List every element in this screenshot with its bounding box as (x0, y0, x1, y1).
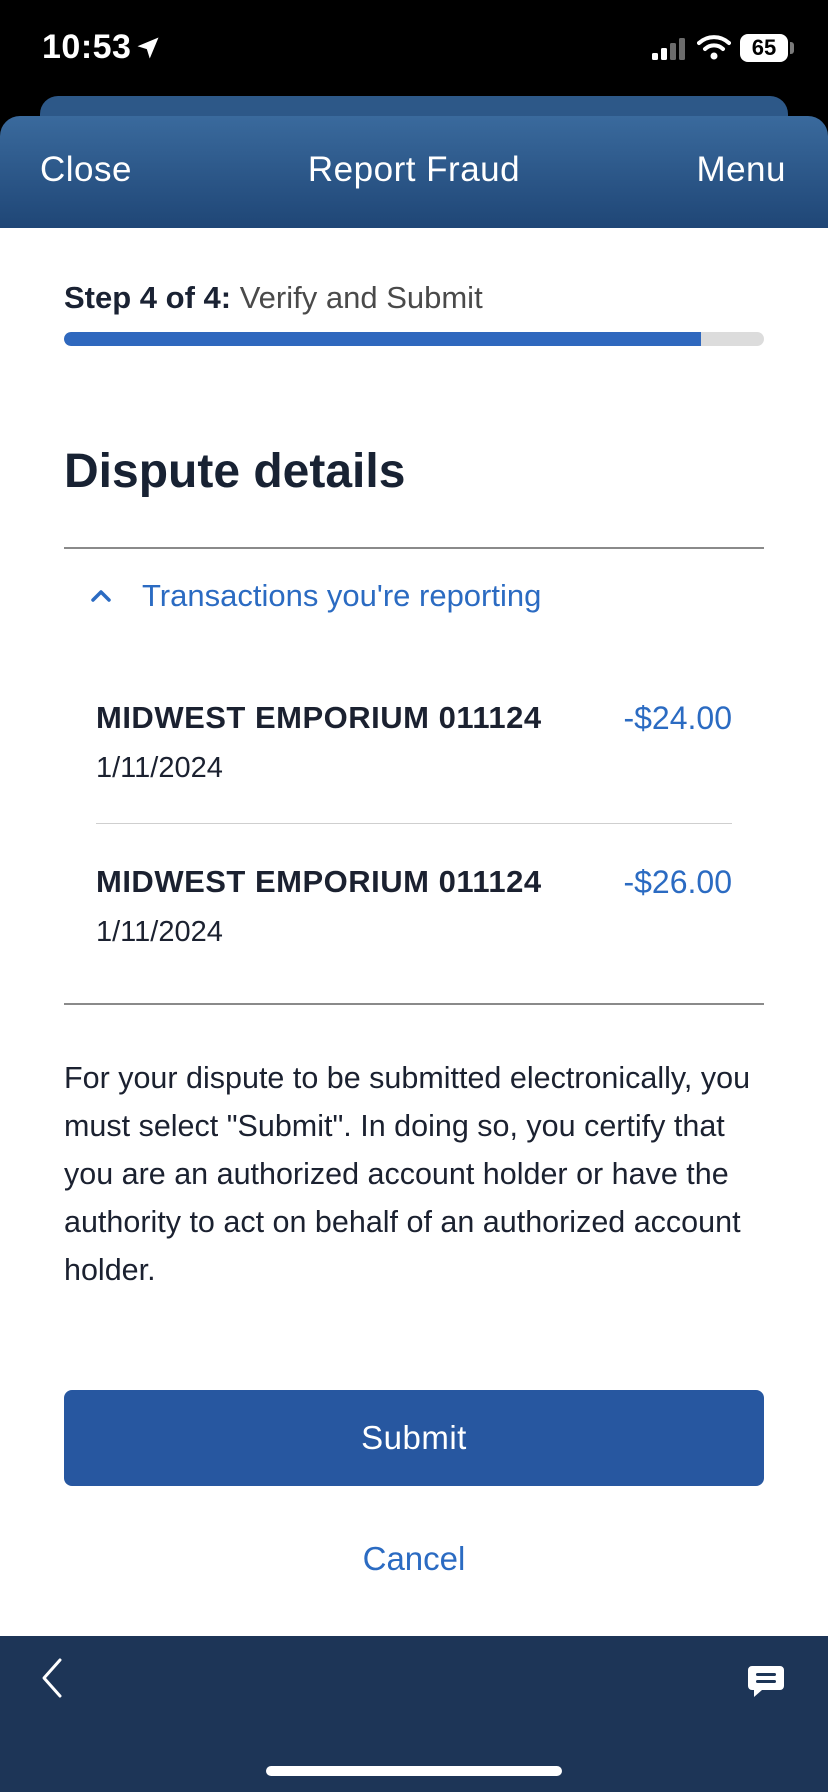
disclaimer-text: For your dispute to be submitted electro… (64, 1061, 751, 1287)
content: Step 4 of 4: Verify and Submit Dispute d… (0, 228, 828, 1636)
battery-indicator: 65 (740, 34, 788, 62)
chevron-left-icon (42, 1658, 62, 1698)
status-bar: 10:53 65 (0, 0, 828, 100)
location-arrow-icon (134, 34, 162, 67)
cellular-signal-icon (652, 38, 688, 65)
transaction-date: 1/11/2024 (96, 916, 223, 948)
divider (64, 547, 764, 549)
progress-fill (64, 332, 701, 346)
step-indicator: Step 4 of 4: Verify and Submit (64, 280, 483, 316)
transaction-row: MIDWEST EMPORIUM 011124 1/11/2024 -$26.0… (96, 864, 732, 949)
progress-bar (64, 332, 764, 346)
chat-bubble-icon (748, 1666, 784, 1697)
divider (96, 823, 732, 824)
modal-header: Close Report Fraud Menu (0, 116, 828, 228)
menu-button[interactable]: Menu (696, 150, 786, 190)
wifi-icon (697, 34, 731, 65)
accordion-label: Transactions you're reporting (142, 578, 542, 613)
status-time: 10:53 (42, 28, 132, 66)
transaction-amount: -$26.00 (623, 864, 732, 900)
battery-tip (790, 42, 794, 54)
home-indicator (266, 1766, 562, 1776)
submit-button[interactable]: Submit (64, 1390, 764, 1486)
step-count: Step 4 of 4: (64, 280, 232, 315)
chevron-up-icon (91, 590, 111, 602)
section-title: Dispute details (64, 445, 406, 498)
cancel-button[interactable]: Cancel (0, 1540, 828, 1578)
transactions-accordion-toggle[interactable]: Transactions you're reporting (90, 578, 541, 614)
chat-button[interactable] (746, 1662, 786, 1707)
transaction-row: MIDWEST EMPORIUM 011124 1/11/2024 -$24.0… (96, 700, 732, 785)
step-name: Verify and Submit (239, 280, 483, 315)
divider (64, 1003, 764, 1005)
back-button[interactable] (38, 1656, 68, 1705)
transaction-date: 1/11/2024 (96, 752, 223, 784)
bottom-toolbar (0, 1636, 828, 1792)
transaction-amount: -$24.00 (623, 700, 732, 736)
